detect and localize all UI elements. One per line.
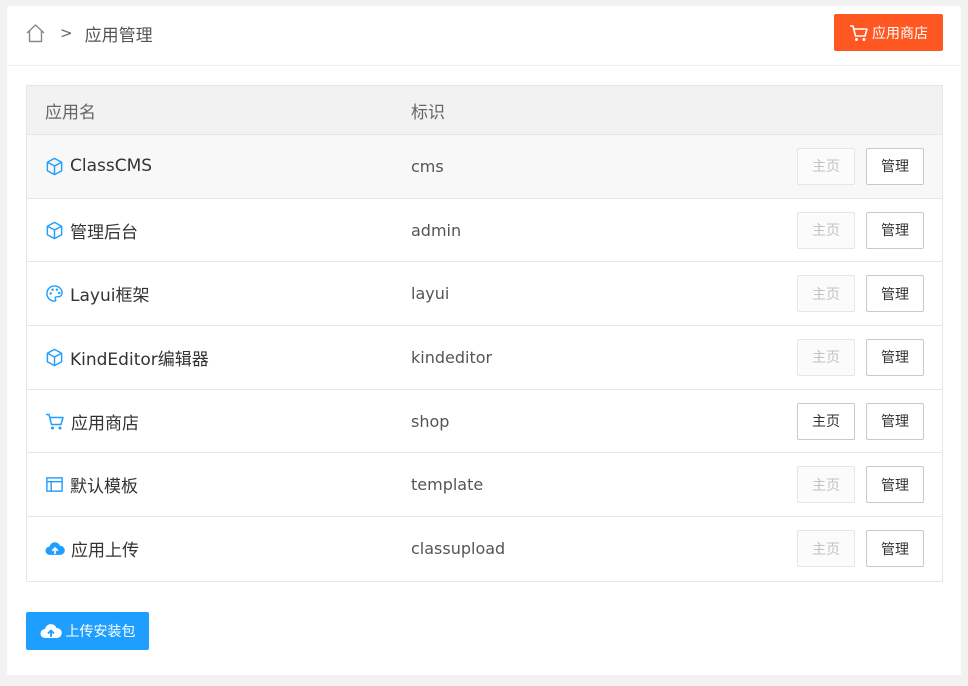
table-row: KindEditor编辑器 kindeditor 主页 管理 bbox=[27, 326, 942, 390]
home-button: 主页 bbox=[797, 530, 855, 568]
table-row: 管理后台 admin 主页 管理 bbox=[27, 199, 942, 263]
manage-button[interactable]: 管理 bbox=[866, 338, 924, 376]
cloud-upload-icon bbox=[40, 624, 62, 638]
app-name-cell: Layui框架 bbox=[27, 281, 392, 306]
manage-button[interactable]: 管理 bbox=[866, 466, 924, 504]
row-actions: 主页 管理 bbox=[797, 275, 942, 313]
app-id: cms bbox=[411, 156, 444, 176]
home-button: 主页 bbox=[797, 275, 855, 313]
home-icon[interactable] bbox=[25, 23, 46, 43]
app-name: Layui框架 bbox=[70, 286, 150, 307]
app-id: shop bbox=[411, 411, 450, 431]
upload-package-button[interactable]: 上传安装包 bbox=[26, 612, 149, 650]
app-name-cell: 管理后台 bbox=[27, 218, 392, 243]
app-name-cell: ClassCMS bbox=[27, 156, 392, 176]
table-row: 应用商店 shop 主页 管理 bbox=[27, 390, 942, 454]
header-id: 标识 bbox=[411, 102, 445, 123]
manage-button[interactable]: 管理 bbox=[866, 530, 924, 568]
table-header: 应用名 标识 bbox=[27, 86, 942, 135]
app-name-cell: 默认模板 bbox=[27, 472, 392, 497]
app-name: 应用上传 bbox=[71, 541, 139, 562]
home-button: 主页 bbox=[797, 147, 855, 185]
cube-icon bbox=[45, 348, 70, 367]
app-name: 应用商店 bbox=[71, 413, 139, 434]
table-row: Layui框架 layui 主页 管理 bbox=[27, 262, 942, 327]
app-store-button-label: 应用商店 bbox=[872, 25, 928, 42]
palette-icon bbox=[45, 284, 70, 303]
breadcrumb: > 应用管理 bbox=[25, 20, 153, 46]
manage-button[interactable]: 管理 bbox=[866, 211, 924, 249]
app-id: layui bbox=[411, 284, 450, 304]
app-name-cell: 应用上传 bbox=[27, 536, 392, 561]
breadcrumb-current: 应用管理 bbox=[84, 25, 153, 46]
app-name: ClassCMS bbox=[70, 156, 153, 177]
cube-icon bbox=[45, 157, 70, 176]
table-row: 默认模板 template 主页 管理 bbox=[27, 453, 942, 518]
home-button[interactable]: 主页 bbox=[797, 402, 855, 440]
app-id: admin bbox=[411, 220, 462, 240]
manage-button[interactable]: 管理 bbox=[866, 275, 924, 313]
app-name: KindEditor编辑器 bbox=[70, 349, 209, 370]
row-actions: 主页 管理 bbox=[797, 211, 942, 249]
row-actions: 主页 管理 bbox=[797, 530, 942, 568]
app-id: classupload bbox=[411, 539, 506, 559]
manage-button[interactable]: 管理 bbox=[866, 147, 924, 185]
app-name: 管理后台 bbox=[70, 222, 138, 243]
home-button: 主页 bbox=[797, 211, 855, 249]
row-actions: 主页 管理 bbox=[797, 338, 942, 376]
table-body: ClassCMS cms 主页 管理 管理后台 admin 主页 管理 Layui框架 layui… bbox=[27, 135, 942, 581]
app-id: kindeditor bbox=[411, 347, 493, 367]
app-id: template bbox=[411, 475, 484, 495]
home-button: 主页 bbox=[797, 466, 855, 504]
app-store-button[interactable]: 应用商店 bbox=[834, 14, 943, 51]
cloud-upload-icon bbox=[45, 539, 71, 558]
row-actions: 主页 管理 bbox=[797, 147, 942, 185]
cube-icon bbox=[45, 221, 70, 240]
apps-table: 应用名 标识 ClassCMS cms 主页 管理 管理后台 admin 主页 管理 Layui… bbox=[26, 85, 943, 582]
manage-button[interactable]: 管理 bbox=[866, 402, 924, 440]
template-icon bbox=[45, 475, 70, 494]
row-actions: 主页 管理 bbox=[797, 466, 942, 504]
app-name-cell: 应用商店 bbox=[27, 409, 392, 434]
upload-package-label: 上传安装包 bbox=[65, 624, 136, 640]
cart-icon bbox=[850, 24, 868, 41]
row-actions: 主页 管理 bbox=[797, 402, 942, 440]
app-management-card: > 应用管理 应用商店 应用名 标识 ClassCMS cms 主页 管理 管理后台 ad… bbox=[7, 6, 961, 675]
app-name-cell: KindEditor编辑器 bbox=[27, 345, 392, 370]
table-row: ClassCMS cms 主页 管理 bbox=[27, 135, 942, 199]
app-name: 默认模板 bbox=[70, 477, 138, 498]
cart-icon bbox=[45, 412, 71, 431]
breadcrumb-separator: > bbox=[60, 24, 73, 42]
header-name: 应用名 bbox=[45, 102, 96, 123]
table-row: 应用上传 classupload 主页 管理 bbox=[27, 517, 942, 581]
home-button: 主页 bbox=[797, 338, 855, 376]
page-header: > 应用管理 应用商店 bbox=[7, 6, 961, 66]
